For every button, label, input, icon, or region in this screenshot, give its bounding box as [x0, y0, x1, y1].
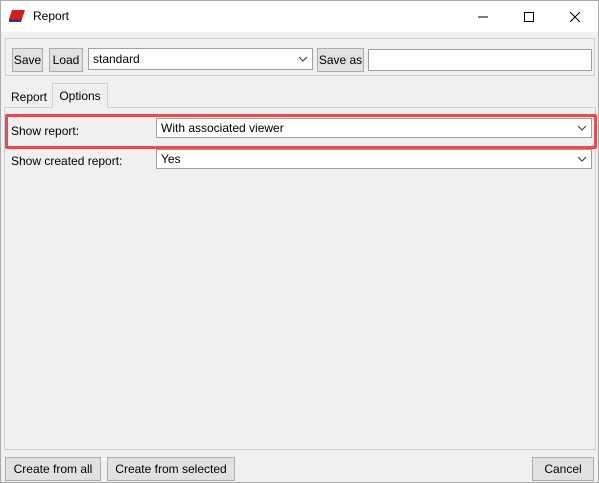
tab-report[interactable]: Report [6, 86, 52, 108]
chevron-down-icon [577, 156, 587, 162]
show-report-value: With associated viewer [161, 121, 284, 135]
show-report-label: Show report: [11, 124, 80, 138]
cancel-button[interactable]: Cancel [532, 457, 594, 481]
preset-select-value: standard [93, 52, 140, 66]
create-from-selected-button[interactable]: Create from selected [107, 457, 235, 481]
show-report-select[interactable]: With associated viewer [156, 118, 592, 138]
minimize-icon [478, 16, 488, 17]
show-created-report-label: Show created report: [11, 154, 123, 168]
show-created-report-select[interactable]: Yes [156, 149, 592, 169]
window-title: Report [33, 9, 70, 23]
close-icon [570, 11, 580, 22]
maximize-icon [524, 11, 534, 22]
preset-select[interactable]: standard [88, 48, 313, 70]
tab-options[interactable]: Options [52, 83, 108, 108]
report-window: Report Save Load standard Save as Report… [0, 0, 599, 483]
options-panel: Show report: With associated viewer Show… [4, 107, 597, 450]
chevron-down-icon [298, 56, 308, 62]
load-button[interactable]: Load [49, 48, 83, 72]
preset-toolbar: Save Load standard Save as [5, 38, 595, 76]
maximize-button[interactable] [506, 1, 552, 32]
save-as-input[interactable] [368, 49, 592, 71]
show-created-report-value: Yes [161, 152, 181, 166]
close-button[interactable] [552, 1, 598, 32]
create-from-all-button[interactable]: Create from all [5, 457, 101, 481]
save-button[interactable]: Save [12, 48, 43, 72]
save-as-button[interactable]: Save as [317, 48, 364, 72]
minimize-button[interactable] [460, 1, 506, 32]
report-app-icon [9, 10, 26, 22]
chevron-down-icon [577, 125, 587, 131]
title-bar: Report [1, 1, 598, 32]
